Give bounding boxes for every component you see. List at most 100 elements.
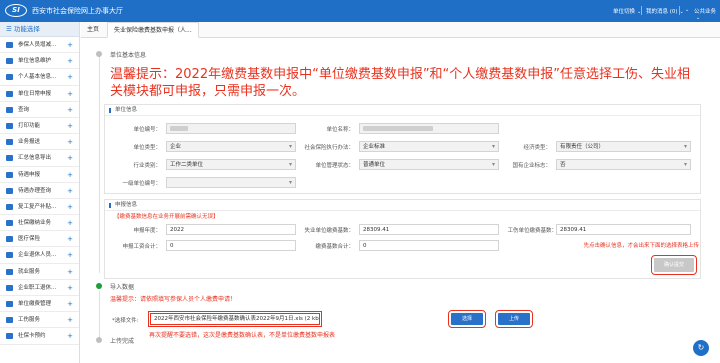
sidebar-item-label: 单位缴费管理 [18, 301, 52, 307]
sidebar-item[interactable]: 社保卡预约 + [0, 328, 79, 345]
field-label: 单位名称： [326, 127, 354, 133]
document-icon [6, 171, 13, 178]
sidebar-item-label: 企业职工退休... [18, 284, 57, 291]
app-title: 西安市社会保险网上办事大厅 [32, 7, 123, 15]
refresh-icon[interactable]: ↻ [693, 340, 709, 356]
sidebar-item[interactable]: 社保缴纳业务 + [0, 215, 79, 232]
file-path-field[interactable]: 2022年西安市社会保险年缴费基数确认表2022年9月1日.xls (2 kb) [148, 311, 322, 327]
browse-button[interactable]: 选择 [448, 310, 486, 328]
sidebar-item-label: 单位信息维护 [18, 58, 52, 65]
sidebar-item[interactable]: 单位缴费管理 + [0, 296, 79, 313]
field-label: 申报工资合计： [122, 244, 161, 250]
expand-plus-icon[interactable]: + [67, 86, 73, 102]
expand-plus-icon[interactable]: + [67, 312, 73, 328]
public-business-menu[interactable]: 公共业务⌄ [694, 7, 720, 21]
sidebar-item[interactable]: 待遇办理查询 + [0, 183, 79, 199]
expand-plus-icon[interactable]: + [67, 296, 73, 312]
user-menu[interactable]: ⌄ [683, 7, 689, 13]
user-icon [6, 284, 13, 291]
mgmt-status-select[interactable]: 普通单位 [359, 159, 499, 170]
level1-unit-select[interactable] [166, 177, 296, 188]
main-content: 单位基本信息 温馨提示：2022年缴费基数申报中“单位缴费基数申报”和“个人缴费… [81, 39, 720, 363]
expand-plus-icon[interactable]: + [67, 53, 73, 69]
sidebar-item[interactable]: 待遇申报 + [0, 167, 79, 183]
upload-button[interactable]: 上传 [495, 310, 533, 328]
sidebar-item[interactable]: 就业服务 + [0, 264, 79, 280]
chevron-down-icon: ⌄ [696, 15, 701, 21]
sidebar-item-label: 就业服务 [18, 268, 41, 275]
econ-type-select[interactable]: 有限责任（公司） [556, 141, 691, 152]
shield-icon [6, 317, 13, 324]
card-icon [6, 333, 13, 340]
expand-plus-icon[interactable]: + [67, 328, 73, 344]
money-icon [6, 203, 13, 210]
search-icon [6, 187, 13, 194]
field-label: 行业类别： [133, 163, 161, 169]
expand-plus-icon[interactable]: + [67, 183, 73, 199]
sidebar-item-label: 业务报送 [18, 139, 41, 146]
tab-home[interactable]: 主页 [81, 22, 105, 38]
tab-unemployment-base-declare[interactable]: 失业保险缴费基数申报（人... [107, 22, 199, 38]
card-icon [6, 220, 13, 227]
sidebar-item[interactable]: 单位日常申报 + [0, 86, 79, 102]
sidebar-item[interactable]: 打印功能 + [0, 118, 79, 135]
sidebar-item-label: 参保人员增减... [18, 42, 57, 48]
sidebar-item-label: 社保卡预约 [18, 333, 46, 340]
expand-plus-icon[interactable]: + [67, 280, 73, 296]
industry-select[interactable]: 工作二类单位 [166, 159, 296, 170]
sidebar-item-label: 查询 [18, 106, 30, 113]
wage-total-field: 0 [166, 240, 296, 251]
sidebar-item[interactable]: 汇总信息导出 + [0, 150, 79, 167]
sidebar-header[interactable]: ☰ 功能选择 [0, 22, 79, 37]
expand-plus-icon[interactable]: + [67, 264, 73, 280]
expand-plus-icon[interactable]: + [67, 167, 73, 183]
state-owned-select[interactable]: 否 [556, 159, 691, 170]
sidebar-item[interactable]: 个人基本信息... + [0, 69, 79, 86]
field-label: 缴费基数合计： [315, 244, 354, 250]
sidebar-item-label: 个人基本信息... [18, 74, 57, 81]
search-icon [6, 106, 13, 113]
expand-plus-icon[interactable]: + [67, 215, 73, 231]
expand-plus-icon[interactable]: + [67, 134, 73, 150]
sidebar-item[interactable]: 参保人员增减... + [0, 37, 79, 54]
step-dot [96, 51, 102, 57]
person-icon [6, 74, 13, 81]
si-exec-select[interactable]: 企业标准 [359, 141, 499, 152]
switch-unit-menu[interactable]: 单位切换 ⌄ [613, 7, 641, 15]
sidebar-item[interactable]: 业务报送 + [0, 134, 79, 151]
printer-icon [6, 122, 13, 129]
logo-icon: SI [5, 4, 27, 17]
unit-type-select[interactable]: 企业 [166, 141, 296, 152]
sidebar-item[interactable]: 查询 + [0, 102, 79, 118]
expand-plus-icon[interactable]: + [67, 150, 73, 166]
unemployment-base-field: 28309.41 [359, 224, 499, 235]
sidebar-item[interactable]: 单位信息维护 + [0, 53, 79, 70]
confirm-button[interactable]: 确认提交 [651, 255, 697, 275]
sidebar-item[interactable]: 企业退休人员... + [0, 247, 79, 264]
wallet-icon [6, 301, 13, 307]
user-icon [6, 252, 13, 259]
sidebar-item[interactable]: 医疗保险 + [0, 231, 79, 248]
expand-plus-icon[interactable]: + [67, 231, 73, 247]
user-icon [6, 42, 13, 48]
sidebar-item[interactable]: 复工复产补贴... + [0, 199, 79, 216]
declare-year-field: 2022 [166, 224, 296, 235]
sidebar-item-label: 工伤服务 [18, 317, 41, 324]
expand-plus-icon[interactable]: + [67, 199, 73, 215]
field-label: 经济类型： [523, 145, 551, 151]
expand-plus-icon[interactable]: + [67, 247, 73, 263]
sidebar-item-label: 待遇申报 [18, 171, 41, 178]
import-tip: 温馨提示：请依照填写参保人员个人缴费申请！ [110, 296, 237, 303]
divider [679, 6, 680, 15]
expand-plus-icon[interactable]: + [67, 69, 73, 85]
expand-plus-icon[interactable]: + [67, 102, 73, 118]
base-total-field: 0 [359, 240, 499, 251]
field-label: 单位管理状态： [315, 163, 354, 169]
field-label: 失业单位缴费基数： [304, 228, 354, 234]
sidebar-item[interactable]: 企业职工退休... + [0, 280, 79, 296]
expand-plus-icon[interactable]: + [67, 37, 73, 53]
expand-plus-icon[interactable]: + [67, 118, 73, 134]
export-icon [6, 155, 13, 162]
sidebar-item-label: 社保缴纳业务 [18, 220, 52, 227]
sidebar-item[interactable]: 工伤服务 + [0, 312, 79, 329]
